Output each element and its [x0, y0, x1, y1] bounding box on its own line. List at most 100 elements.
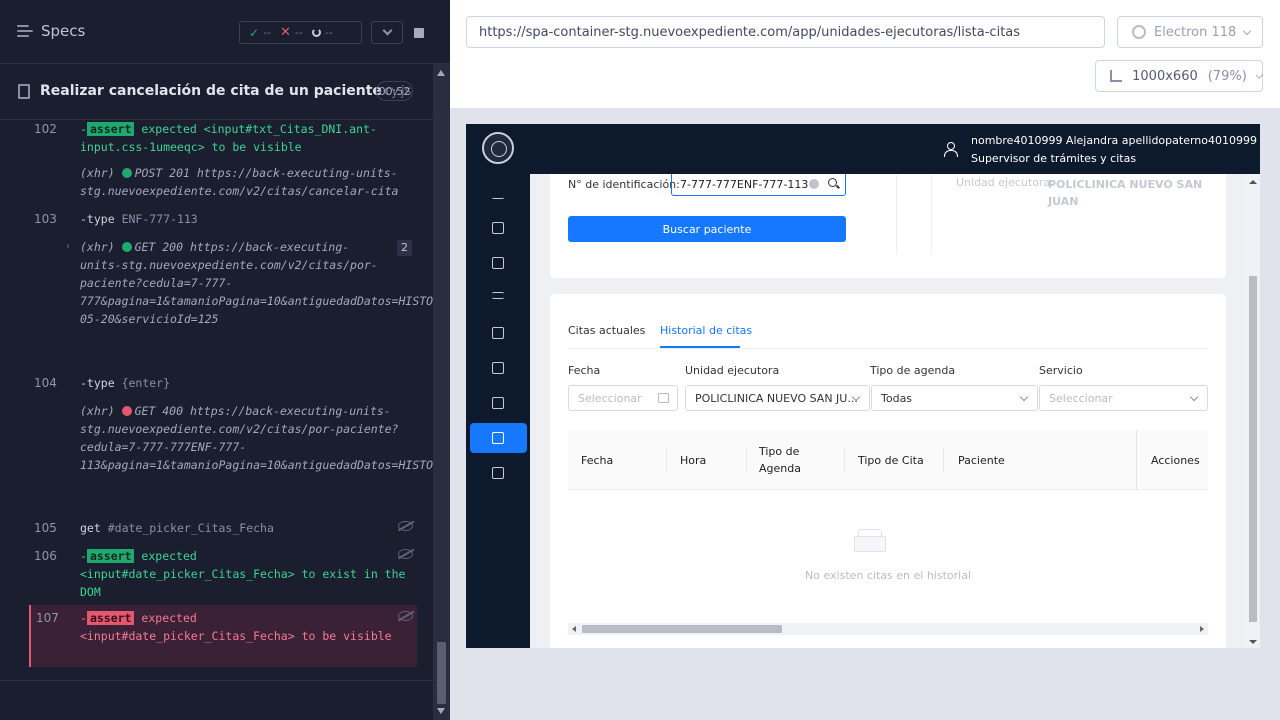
spec-header: Realizar cancelación de cita de un pacie…: [0, 64, 433, 120]
app-sidebar: [466, 124, 530, 648]
arrow-down-icon[interactable]: [437, 708, 445, 714]
divider: [931, 174, 932, 254]
table-header: Fecha Hora Tipo de Agenda Tipo de Cita P…: [568, 430, 1208, 490]
app-main: N° de identificación: 7-777-777ENF-777-1…: [530, 174, 1260, 648]
x-icon: ✕: [280, 25, 291, 40]
tipo-agenda-select[interactable]: Todas: [871, 385, 1038, 411]
app-under-test: nombre4010999 Alejandra apellidopaterno4…: [466, 124, 1260, 648]
column-separator: [666, 448, 667, 472]
servicio-select[interactable]: Seleccionar: [1039, 385, 1208, 411]
chevron-down-icon: [382, 25, 392, 36]
empty-inbox-icon: [852, 526, 888, 554]
fixed-column-shadow: [1136, 430, 1137, 490]
specs-toolbar: Specs ✓ -- ✕ -- --: [0, 0, 450, 64]
ue-filter-label: Unidad ejecutora: [685, 364, 780, 377]
arrow-up-icon[interactable]: [1249, 180, 1257, 184]
command-log: 102 - assert expected <input#txt_Citas_DN…: [29, 120, 1167, 668]
swap-icon[interactable]: [492, 292, 504, 299]
stop-button[interactable]: [403, 21, 435, 44]
file-icon[interactable]: [492, 327, 504, 339]
active-tab-indicator: [660, 346, 740, 348]
url-bar[interactable]: https://spa-container-stg.nuevoexpedient…: [466, 16, 1105, 48]
column-separator: [746, 448, 747, 472]
col-paciente: Paciente: [958, 453, 1005, 467]
assert-badge: assert: [86, 611, 135, 625]
eye-slash-icon: [398, 549, 413, 559]
date-picker-fecha[interactable]: Seleccionar: [568, 385, 678, 411]
duration-badge: 00:52: [376, 81, 413, 101]
id-card-icon[interactable]: [492, 222, 504, 234]
fecha-label: Fecha: [568, 364, 601, 377]
app-preview-area: https://spa-container-stg.nuevoexpedient…: [450, 0, 1280, 720]
chevron-down-icon: [1189, 392, 1199, 402]
edit-icon[interactable]: [492, 187, 504, 199]
id-input[interactable]: 7-777-777ENF-777-113: [671, 174, 846, 196]
browser-toolbar: https://spa-container-stg.nuevoexpedient…: [450, 0, 1280, 108]
calendar-icon: [658, 393, 669, 403]
calendar-icon[interactable]: [492, 397, 504, 409]
report-icon[interactable]: [492, 257, 504, 269]
tipo-agenda-label: Tipo de agenda: [870, 364, 956, 377]
scroll-thumb[interactable]: [437, 642, 446, 704]
search-doc-icon[interactable]: [492, 432, 504, 444]
check-icon: ✓: [249, 25, 260, 40]
search-icon[interactable]: [828, 178, 837, 187]
chevron-down-icon: [1255, 70, 1264, 79]
spec-title: Realizar cancelación de cita de un pacie…: [40, 83, 412, 99]
test-stats: ✓ -- ✕ -- --: [239, 21, 362, 44]
browser-selector[interactable]: Electron 118: [1117, 16, 1263, 48]
app-header: nombre4010999 Alejandra apellidopaterno4…: [530, 124, 1260, 174]
user-name: nombre4010999 Alejandra apellidopaterno4…: [971, 134, 1257, 147]
tabs-divider: [568, 348, 1208, 349]
servicio-label: Servicio: [1039, 364, 1083, 377]
failed-stat: ✕ --: [280, 25, 303, 40]
col-tipo-cita: Tipo de Cita: [858, 453, 924, 467]
assert-badge: assert: [86, 122, 135, 136]
ue-label: Unidad ejecutora:: [956, 176, 1054, 189]
pending-stat: --: [311, 26, 333, 39]
app-vertical-scrollbar[interactable]: [1246, 174, 1260, 648]
col-tipo-agenda: Tipo de Agenda: [759, 445, 801, 475]
scroll-thumb[interactable]: [1249, 276, 1257, 622]
log-scrollbar[interactable]: [433, 64, 450, 720]
ue-select[interactable]: POLICLINICA NUEVO SAN JU...: [685, 385, 870, 411]
document-icon[interactable]: [492, 467, 504, 479]
dropdown-button[interactable]: [371, 21, 403, 44]
scroll-thumb[interactable]: [582, 625, 782, 633]
chevron-right-icon[interactable]: ›: [65, 238, 71, 256]
cypress-runner-panel: Specs ✓ -- ✕ -- -- Realizar cancelación de…: [0, 0, 1167, 720]
empty-message: No existen citas en el historial: [805, 569, 971, 582]
passed-stat: ✓ --: [249, 25, 272, 40]
arrow-down-icon[interactable]: [1249, 640, 1257, 644]
column-separator: [943, 448, 944, 472]
viewport-selector[interactable]: 1000x660 (79%): [1095, 60, 1264, 92]
col-fecha: Fecha: [581, 453, 614, 467]
chevron-down-icon: [1243, 26, 1252, 35]
arrow-left-icon[interactable]: [572, 626, 576, 632]
document-icon: [18, 84, 30, 99]
user-role: Supervisor de trámites y citas: [971, 152, 1137, 165]
divider: [896, 174, 897, 254]
clear-icon[interactable]: [809, 179, 819, 189]
table-horizontal-scrollbar[interactable]: [568, 623, 1208, 635]
ue-value: POLICLINICA NUEVO SAN JUAN: [1048, 178, 1203, 208]
lock-icon[interactable]: [492, 362, 504, 374]
tab-historial[interactable]: Historial de citas: [660, 324, 752, 337]
eye-slash-icon: [398, 521, 413, 531]
assert-badge: assert: [86, 549, 135, 563]
user-icon: [944, 142, 958, 157]
count-badge: 2: [397, 240, 412, 256]
appointments-card: Citas actuales Historial de citas Fecha …: [550, 294, 1226, 648]
logo-seal: [482, 132, 514, 164]
id-label: N° de identificación:: [568, 178, 680, 191]
arrow-right-icon[interactable]: [1200, 626, 1204, 632]
specs-label: Specs: [41, 22, 86, 40]
runner-footer: [0, 680, 433, 720]
ruler-icon: [1110, 70, 1123, 82]
tab-citas-actuales[interactable]: Citas actuales: [568, 324, 645, 337]
specs-toggle[interactable]: Specs: [17, 22, 85, 40]
col-hora: Hora: [680, 453, 707, 467]
log-row-failed[interactable]: 107 - assert expected <input#date_picker_…: [29, 605, 417, 667]
search-patient-button[interactable]: Buscar paciente: [568, 216, 846, 242]
arrow-up-icon[interactable]: [437, 70, 445, 76]
